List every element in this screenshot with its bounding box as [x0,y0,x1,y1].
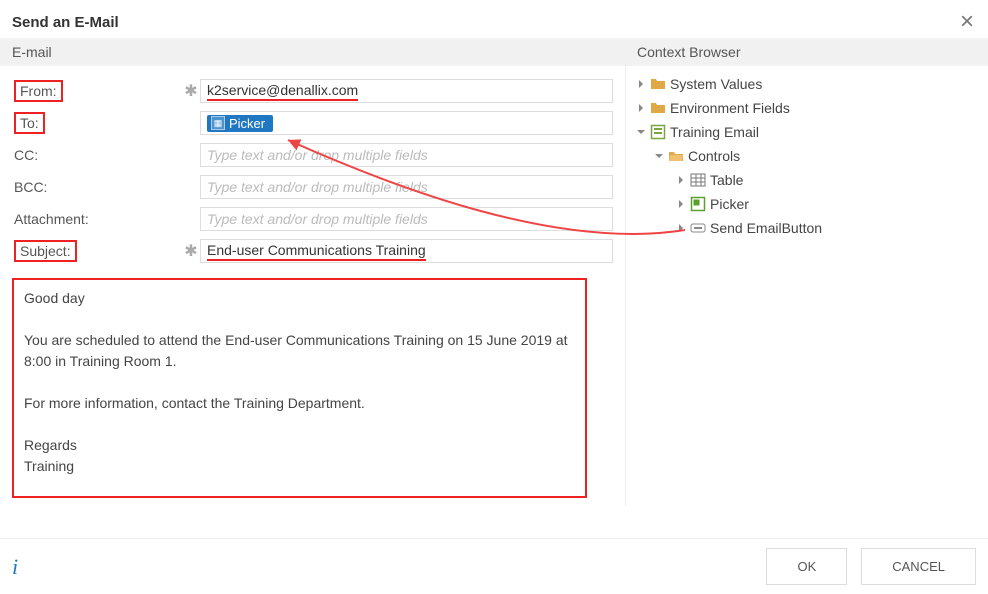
dialog-footer: i OK CANCEL [0,538,988,594]
dialog-header: Send an E-Mail × [0,0,988,42]
attachment-placeholder: Type text and/or drop multiple fields [207,211,428,227]
picker-chip-icon: ▦ [211,116,225,130]
chevron-right-icon [676,223,686,233]
tree-label: Table [710,172,743,188]
tree-controls[interactable]: Controls [632,144,982,168]
picker-chip[interactable]: ▦ Picker [207,115,273,132]
button-icon [690,220,706,236]
close-icon[interactable]: × [960,8,974,36]
required-star-icon: ✱ [182,81,200,101]
tree-label: Picker [710,196,749,212]
label-from: From: [14,80,63,102]
chevron-down-icon [654,151,664,161]
tree-system-values[interactable]: System Values [632,72,982,96]
form-icon [650,124,666,140]
folder-icon [650,100,666,116]
bcc-placeholder: Type text and/or drop multiple fields [207,179,428,195]
email-body-textarea[interactable]: Good day You are scheduled to attend the… [12,278,587,498]
cancel-button[interactable]: CANCEL [861,548,976,585]
chevron-right-icon [636,79,646,89]
context-browser-tree: System Values Environment Fields Trainin… [626,64,988,240]
tree-label: System Values [670,76,762,92]
label-bcc: BCC: [12,179,182,195]
section-email: E-mail [0,38,625,66]
label-to: To: [14,112,45,134]
tree-label: Controls [688,148,740,164]
cc-input[interactable]: Type text and/or drop multiple fields [200,143,613,167]
tree-table[interactable]: Table [632,168,982,192]
bcc-input[interactable]: Type text and/or drop multiple fields [200,175,613,199]
chevron-down-icon [636,127,646,137]
tree-send-email-button[interactable]: Send EmailButton [632,216,982,240]
from-input[interactable]: k2service@denallix.com [200,79,613,103]
subject-value: End-user Communications Training [207,241,426,261]
from-value: k2service@denallix.com [207,81,358,101]
picker-chip-label: Picker [229,116,265,131]
dialog-title: Send an E-Mail [12,14,119,31]
ok-button[interactable]: OK [766,548,847,585]
tree-label: Send EmailButton [710,220,822,236]
label-cc: CC: [12,147,182,163]
attachment-input[interactable]: Type text and/or drop multiple fields [200,207,613,231]
table-icon [690,172,706,188]
section-context-browser: Context Browser [625,38,988,66]
info-icon[interactable]: i [12,554,18,580]
tree-training-email[interactable]: Training Email [632,120,982,144]
tree-label: Environment Fields [670,100,790,116]
label-subject: Subject: [14,240,77,262]
required-star-icon: ✱ [182,241,200,261]
chevron-right-icon [676,175,686,185]
tree-environment-fields[interactable]: Environment Fields [632,96,982,120]
cc-placeholder: Type text and/or drop multiple fields [207,147,428,163]
chevron-right-icon [636,103,646,113]
subject-input[interactable]: End-user Communications Training [200,239,613,263]
tree-picker[interactable]: Picker [632,192,982,216]
picker-icon [690,196,706,212]
folder-open-icon [668,148,684,164]
chevron-right-icon [676,199,686,209]
tree-label: Training Email [670,124,759,140]
to-input[interactable]: ▦ Picker [200,111,613,135]
label-attachment: Attachment: [12,211,182,227]
folder-icon [650,76,666,92]
